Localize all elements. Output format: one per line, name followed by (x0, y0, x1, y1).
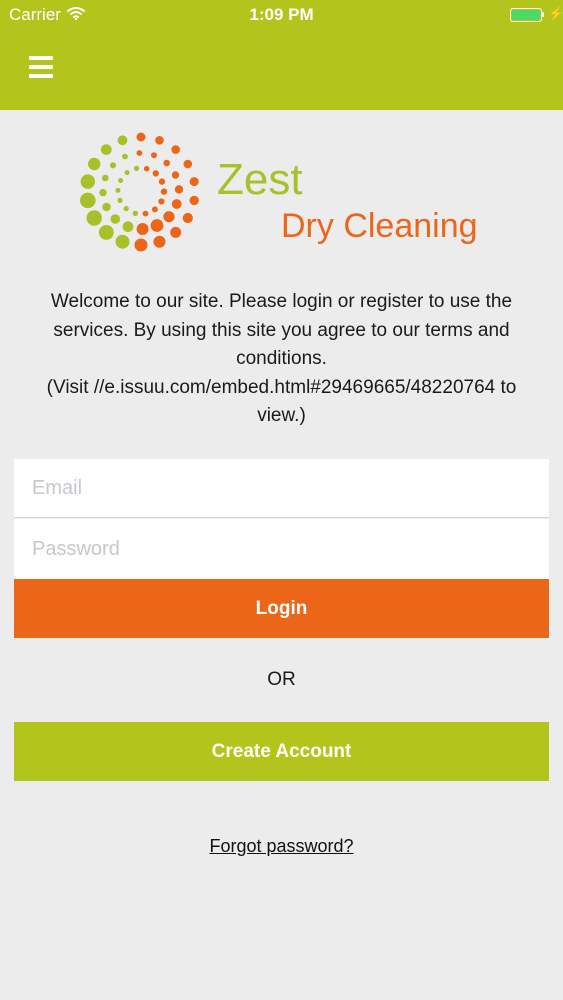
logo-dot (80, 192, 96, 209)
logo-dot (122, 153, 128, 160)
logo-dot (124, 170, 130, 176)
logo-dot (115, 187, 121, 193)
logo-dot (174, 185, 184, 194)
logo-dot (110, 214, 121, 224)
logo-dot (117, 135, 128, 146)
logo-dot (136, 132, 146, 142)
logo-dot (115, 234, 130, 249)
charging-bolt-icon: ⚡ (548, 6, 563, 21)
logo-dot (117, 197, 123, 203)
logo-dry-cleaning-text: Dry Cleaning (281, 207, 478, 245)
logo-zest-text: Zest (217, 155, 303, 204)
email-input[interactable] (14, 459, 549, 518)
password-input[interactable] (14, 519, 549, 579)
logo-dot (158, 178, 166, 185)
logo-dot (132, 210, 138, 216)
status-bar: Carrier 1:09 PM ⚡ (0, 0, 563, 30)
logo-dot (100, 144, 112, 155)
login-button[interactable]: Login (14, 579, 549, 638)
logo-dot (122, 221, 134, 233)
status-time: 1:09 PM (249, 5, 314, 24)
logo-dot (171, 145, 180, 154)
logo-dot (170, 226, 182, 238)
logo-dot (136, 150, 143, 156)
logo-dot (143, 165, 150, 172)
logo-dot (171, 171, 180, 179)
logo-dot (102, 202, 111, 212)
logo-dot (102, 174, 109, 182)
welcome-line: services. By using this site you agree t… (53, 319, 510, 341)
logo-dot (189, 177, 199, 187)
header-bar (0, 30, 563, 110)
logo-dot (150, 219, 164, 232)
welcome-line: Welcome to our site. Please login or reg… (50, 291, 513, 312)
logo-dot (151, 206, 158, 213)
logo-dot (86, 210, 102, 226)
logo-dot (136, 223, 149, 235)
zest-logo: Zest Dry Cleaning (80, 132, 478, 252)
logo-dot (163, 159, 170, 167)
create-account-button[interactable]: Create Account (14, 722, 549, 781)
battery-cap (542, 12, 544, 17)
logo-dot (118, 178, 124, 183)
logo-dot (182, 212, 193, 224)
logo-dot (80, 174, 95, 189)
logo-dot (133, 165, 140, 171)
logo-dot (152, 170, 159, 177)
welcome-link-line: (Visit //e.issuu.com/embed.html#29469665… (46, 376, 517, 398)
logo-dot (134, 238, 148, 252)
logo-dot (123, 206, 129, 212)
logo-dot (109, 162, 117, 169)
logo-dot (189, 195, 199, 206)
logo-dot (160, 188, 168, 195)
logo-dot (183, 159, 193, 169)
hamburger-menu-icon[interactable] (29, 56, 53, 78)
logo-dot (88, 157, 101, 171)
logo-dot (158, 198, 165, 205)
logo-dot (155, 136, 164, 145)
welcome-link-line: view.) (257, 405, 306, 426)
logo-swirl-icon (80, 132, 199, 252)
welcome-message: Welcome to our site. Please login or reg… (20, 288, 543, 431)
battery-icon (510, 8, 542, 22)
logo-dot (142, 210, 149, 217)
welcome-line: conditions. (236, 348, 327, 369)
logo-dot (99, 188, 107, 197)
or-separator: OR (267, 669, 296, 690)
logo-dot (163, 211, 175, 223)
logo-dot (98, 225, 114, 240)
logo-dot (171, 199, 182, 209)
forgot-password-link[interactable]: Forgot password? (0, 836, 563, 857)
logo-dot (153, 235, 166, 248)
logo-dot (151, 152, 157, 159)
